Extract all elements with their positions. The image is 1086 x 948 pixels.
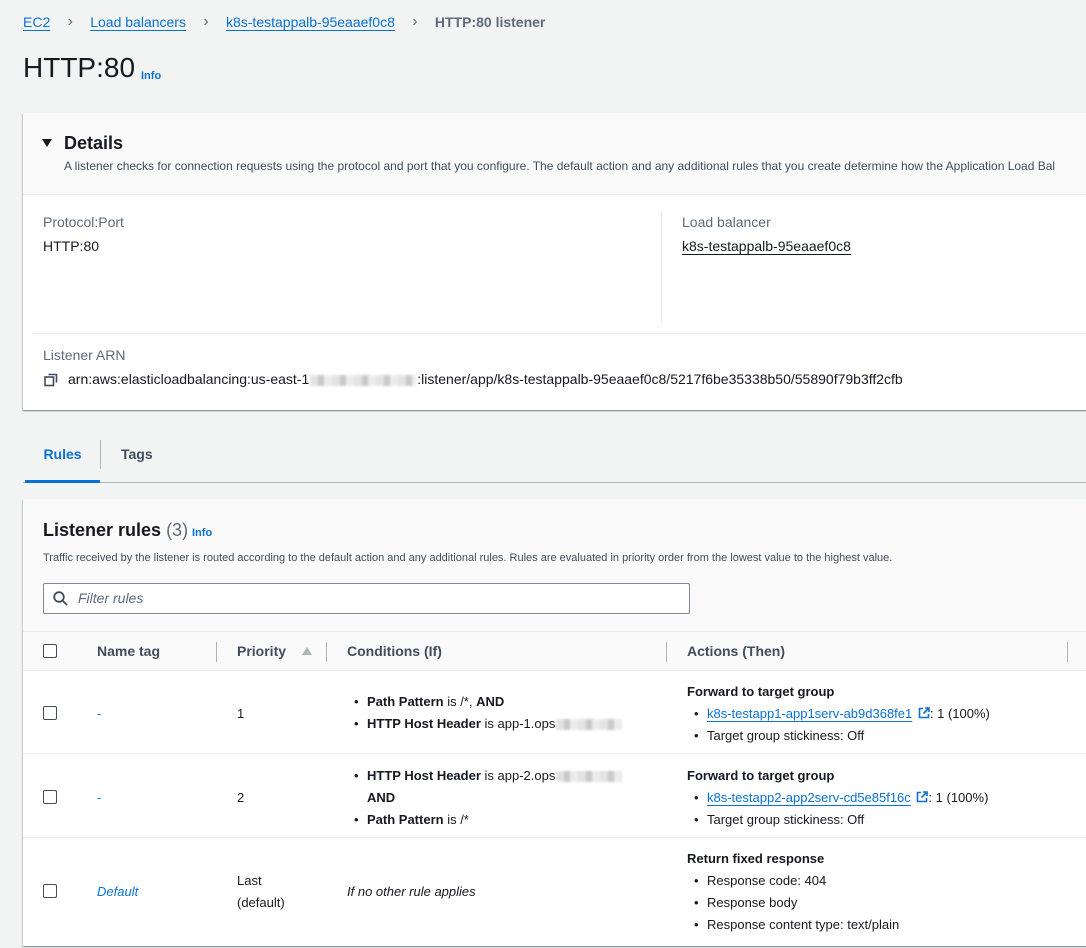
condition-item: Path Pattern is /*: [354, 812, 469, 827]
default-condition: If no other rule applies: [347, 884, 476, 899]
breadcrumb-ec2[interactable]: EC2: [23, 14, 50, 30]
load-balancer-link[interactable]: k8s-testappalb-95eaaef0c8: [682, 238, 851, 254]
row-checkbox[interactable]: [43, 884, 57, 898]
action-item: k8s-testapp1-app1serv-ab9d368fe1 : 1 (10…: [694, 706, 990, 721]
tab-divider: [100, 440, 101, 469]
protocol-port-label: Protocol:Port: [43, 214, 124, 230]
column-priority[interactable]: Priority: [237, 643, 286, 659]
rules-count: (3): [166, 520, 189, 540]
rule-name-link[interactable]: -: [97, 790, 101, 805]
rule-priority-default: (default): [237, 895, 285, 910]
column-name-tag[interactable]: Name tag: [97, 643, 160, 659]
arn-prefix: arn:aws:elasticloadbalancing:us-east-1: [68, 371, 310, 387]
page-info-link[interactable]: Info: [141, 70, 161, 82]
redacted-account-id: [310, 374, 417, 386]
select-all-checkbox[interactable]: [43, 644, 57, 658]
external-link-icon[interactable]: [918, 707, 930, 719]
table-row: - 2 HTTP Host Header is app-2.ops AND Pa…: [23, 754, 1086, 838]
column-resizer[interactable]: [216, 642, 217, 662]
tab-bar: Rules Tags: [23, 435, 1086, 483]
action-item: k8s-testapp2-app2serv-cd5e85f16c : 1 (10…: [694, 790, 988, 805]
chevron-right-icon: ›: [203, 13, 209, 30]
column-conditions[interactable]: Conditions (If): [347, 643, 442, 659]
row-checkbox[interactable]: [43, 706, 57, 720]
rules-header: Listener rules (3) Info Traffic received…: [23, 499, 1086, 631]
action-item: Response content type: text/plain: [694, 917, 899, 932]
listener-arn-label: Listener ARN: [43, 347, 126, 363]
action-item: Response code: 404: [694, 873, 826, 888]
rule-priority: 2: [237, 790, 245, 805]
rule-name-link[interactable]: Default: [97, 884, 138, 899]
page-title: HTTP:80: [23, 52, 136, 83]
details-header: Details A listener checks for connection…: [23, 113, 1086, 195]
target-group-link[interactable]: k8s-testapp1-app1serv-ab9d368fe1: [707, 706, 912, 721]
rule-priority: 1: [237, 706, 245, 721]
listener-rules-panel: Listener rules (3) Info Traffic received…: [23, 499, 1086, 946]
action-item: Response body: [694, 895, 797, 910]
table-header: Name tag Priority Conditions (If) Action…: [23, 631, 1086, 671]
details-title[interactable]: Details: [64, 133, 123, 154]
column-divider: [661, 212, 662, 323]
breadcrumb-load-balancers[interactable]: Load balancers: [90, 14, 186, 30]
caret-down-icon[interactable]: [42, 139, 52, 147]
arn-suffix: :listener/app/k8s-testappalb-95eaaef0c8/…: [417, 371, 903, 387]
tab-tags[interactable]: Tags: [121, 435, 153, 480]
external-link-icon[interactable]: [916, 791, 929, 803]
breadcrumb-load-balancer[interactable]: k8s-testappalb-95eaaef0c8: [226, 14, 395, 30]
table-row: Default Last (default) If no other rule …: [23, 838, 1086, 945]
condition-item: HTTP Host Header is app-2.ops: [354, 768, 623, 783]
table-row: - 1 Path Pattern is /*, AND HTTP Host He…: [23, 670, 1086, 754]
copy-icon[interactable]: [44, 373, 58, 387]
column-resizer[interactable]: [666, 642, 667, 662]
protocol-port-value: HTTP:80: [43, 238, 100, 254]
column-resizer[interactable]: [1067, 642, 1068, 662]
redacted-domain: [556, 771, 623, 783]
action-title: Forward to target group: [687, 768, 835, 783]
rules-info-link[interactable]: Info: [192, 527, 212, 539]
filter-rules-field[interactable]: [43, 583, 690, 614]
action-item: Target group stickiness: Off: [694, 728, 864, 743]
search-icon: [53, 591, 68, 606]
redacted-domain: [556, 719, 623, 731]
target-group-link[interactable]: k8s-testapp2-app2serv-cd5e85f16c: [707, 790, 911, 805]
chevron-right-icon: ›: [67, 13, 73, 30]
load-balancer-label: Load balancer: [682, 214, 771, 230]
details-panel: Details A listener checks for connection…: [23, 113, 1086, 410]
action-title: Return fixed response: [687, 851, 825, 866]
action-title: Forward to target group: [687, 684, 835, 699]
listener-arn-value: arn:aws:elasticloadbalancing:us-east-1 :l…: [68, 371, 903, 387]
rule-priority: Last: [237, 873, 262, 888]
rule-name-link[interactable]: -: [97, 706, 101, 721]
condition-and: AND: [367, 790, 396, 805]
rules-description: Traffic received by the listener is rout…: [43, 552, 893, 564]
condition-item: Path Pattern is /*, AND: [354, 694, 504, 709]
breadcrumb-current: HTTP:80 listener: [434, 14, 546, 30]
sort-ascending-icon[interactable]: [302, 647, 312, 655]
row-checkbox[interactable]: [43, 790, 57, 804]
rules-title: Listener rules (3): [43, 520, 189, 540]
row-divider: [32, 333, 1086, 334]
breadcrumb: EC2 › Load balancers › k8s-testappalb-95…: [23, 12, 545, 32]
column-resizer[interactable]: [326, 642, 327, 662]
tab-rules[interactable]: Rules: [25, 435, 100, 483]
details-description: A listener checks for connection request…: [64, 159, 1056, 173]
action-item: Target group stickiness: Off: [694, 812, 864, 827]
chevron-right-icon: ›: [412, 13, 418, 30]
filter-rules-input[interactable]: [76, 589, 680, 607]
column-actions[interactable]: Actions (Then): [687, 643, 785, 659]
condition-item: HTTP Host Header is app-1.ops: [354, 716, 623, 731]
